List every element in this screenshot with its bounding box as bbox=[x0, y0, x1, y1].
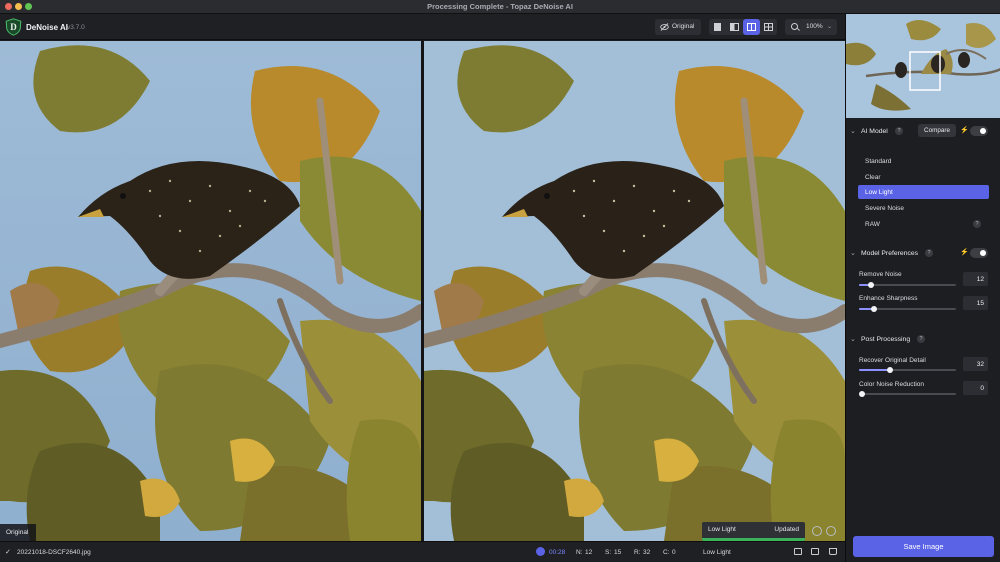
denoise-logo-icon: D bbox=[5, 18, 22, 36]
chevron-down-icon: ⌄ bbox=[850, 250, 856, 257]
magnifier-icon bbox=[791, 23, 798, 30]
recover-original-detail-slider[interactable] bbox=[859, 367, 956, 373]
bolt-icon: ⚡ bbox=[960, 249, 969, 256]
help-icon[interactable]: ? bbox=[917, 335, 925, 343]
model-option-raw[interactable]: RAW bbox=[858, 217, 989, 231]
auto-preferences-toggle[interactable] bbox=[970, 248, 988, 258]
auto-model-toggle[interactable] bbox=[970, 126, 988, 136]
processed-image-pane[interactable] bbox=[424, 41, 845, 541]
processing-status-pill: Low Light Updated bbox=[702, 522, 805, 541]
color-noise-reduction-value[interactable]: 0 bbox=[963, 381, 988, 395]
face-compare-icon[interactable] bbox=[826, 526, 836, 536]
processing-time: 00:28 bbox=[549, 549, 566, 556]
stat-value-sharpness: 15 bbox=[614, 549, 622, 556]
clock-icon bbox=[536, 547, 545, 556]
zoom-dropdown[interactable]: 100% ⌄ bbox=[785, 19, 837, 35]
model-preferences-section-header[interactable]: ⌄ Model Preferences ? ⚡ bbox=[846, 247, 1000, 261]
chevron-down-icon: ⌄ bbox=[850, 128, 856, 135]
original-label: Original bbox=[672, 23, 695, 30]
remove-noise-value[interactable]: 12 bbox=[963, 272, 988, 286]
camera-icon[interactable] bbox=[811, 548, 819, 555]
bottom-model-label: Low Light bbox=[703, 549, 731, 556]
original-photo bbox=[0, 41, 421, 541]
check-icon: ✓ bbox=[5, 549, 11, 556]
color-noise-reduction-slider-knob[interactable] bbox=[859, 391, 865, 397]
stat-key-recover: R: bbox=[634, 549, 641, 556]
split-view-button[interactable] bbox=[726, 19, 743, 35]
side-by-side-view-icon bbox=[747, 23, 756, 31]
zoom-value: 100% bbox=[806, 23, 823, 30]
split-view-icon bbox=[730, 23, 739, 31]
original-tag: Original bbox=[0, 524, 36, 541]
recover-original-detail-slider-knob[interactable] bbox=[887, 367, 894, 373]
post-processing-title: Post Processing bbox=[861, 336, 911, 343]
window-title: Processing Complete - Topaz DeNoise AI bbox=[427, 2, 573, 11]
app-version: v3.7.0 bbox=[67, 24, 85, 31]
model-option-standard[interactable]: Standard bbox=[858, 154, 989, 168]
processed-photo bbox=[424, 41, 845, 541]
status-model-label: Low Light bbox=[708, 526, 736, 533]
navigator-thumbnail[interactable] bbox=[846, 14, 1000, 118]
compare-button[interactable]: Compare bbox=[918, 124, 956, 137]
ai-model-section-header[interactable]: ⌄ AI Model ? Compare ⚡ bbox=[846, 124, 1000, 139]
chevron-down-icon: ⌄ bbox=[826, 24, 832, 30]
enhance-sharpness-value[interactable]: 15 bbox=[963, 296, 988, 310]
single-view-button[interactable] bbox=[709, 19, 726, 35]
enhance-sharpness-label: Enhance Sharpness bbox=[859, 295, 918, 302]
window-titlebar: Processing Complete - Topaz DeNoise AI bbox=[0, 0, 1000, 14]
recover-original-detail-value[interactable]: 32 bbox=[963, 357, 988, 371]
remove-noise-label: Remove Noise bbox=[859, 271, 902, 278]
enhance-sharpness-slider-knob[interactable] bbox=[870, 306, 877, 312]
face-recovery-icon[interactable] bbox=[812, 526, 822, 536]
show-original-button[interactable]: Original bbox=[655, 19, 701, 35]
chevron-down-icon: ⌄ bbox=[850, 336, 856, 343]
grid-view-icon bbox=[764, 23, 773, 31]
enhance-sharpness-slider[interactable] bbox=[859, 306, 956, 312]
post-processing-section-header[interactable]: ⌄ Post Processing ? bbox=[846, 333, 1000, 347]
stat-value-recover: 32 bbox=[643, 549, 651, 556]
model-option-clear[interactable]: Clear bbox=[858, 170, 989, 184]
color-noise-reduction-slider[interactable] bbox=[859, 391, 956, 397]
help-icon[interactable]: ? bbox=[925, 249, 933, 257]
stat-value-noise: 12 bbox=[585, 549, 593, 556]
save-image-button[interactable]: Save Image bbox=[853, 536, 994, 557]
app-name: DeNoise AI bbox=[26, 23, 68, 32]
model-option-low-light[interactable]: Low Light bbox=[858, 185, 989, 199]
raw-help-icon[interactable]: ? bbox=[973, 220, 981, 228]
model-option-severe-noise[interactable]: Severe Noise bbox=[858, 201, 989, 215]
trash-icon[interactable] bbox=[829, 548, 837, 555]
recover-original-detail-slider-fill bbox=[859, 369, 891, 371]
original-image-pane[interactable] bbox=[0, 41, 421, 541]
file-name: 20221018-DSCF2640.jpg bbox=[17, 549, 91, 556]
recover-original-detail-label: Recover Original Detail bbox=[859, 357, 926, 364]
navigator-photo bbox=[846, 14, 1000, 118]
stat-key-color: C: bbox=[663, 549, 670, 556]
color-noise-reduction-label: Color Noise Reduction bbox=[859, 381, 925, 388]
remove-noise-slider-knob[interactable] bbox=[867, 282, 874, 288]
bottom-status-bar: ✓ 20221018-DSCF2640.jpg 00:28 N: 12 S: 1… bbox=[0, 541, 845, 562]
status-state-label: Updated bbox=[774, 526, 799, 533]
svg-text:D: D bbox=[10, 22, 17, 32]
stat-key-noise: N: bbox=[576, 549, 583, 556]
stat-key-sharpness: S: bbox=[605, 549, 612, 556]
help-icon[interactable]: ? bbox=[895, 127, 903, 135]
remove-noise-slider[interactable] bbox=[859, 282, 956, 288]
view-mode-group bbox=[709, 19, 777, 35]
bolt-icon: ⚡ bbox=[960, 127, 969, 134]
grid-view-button[interactable] bbox=[760, 19, 777, 35]
single-view-icon bbox=[714, 23, 721, 31]
eye-slash-icon bbox=[660, 23, 669, 31]
top-toolbar: D DeNoise AI v3.7.0 Original 100% ⌄ bbox=[0, 14, 845, 40]
settings-panel: ⌄ AI Model ? Compare ⚡ Standard Clear Lo… bbox=[845, 14, 1000, 562]
stat-value-color: 0 bbox=[672, 549, 676, 556]
folder-icon[interactable] bbox=[794, 548, 802, 555]
model-preferences-title: Model Preferences bbox=[861, 250, 919, 257]
ai-model-title: AI Model bbox=[861, 128, 888, 135]
side-by-side-view-button[interactable] bbox=[743, 19, 760, 35]
